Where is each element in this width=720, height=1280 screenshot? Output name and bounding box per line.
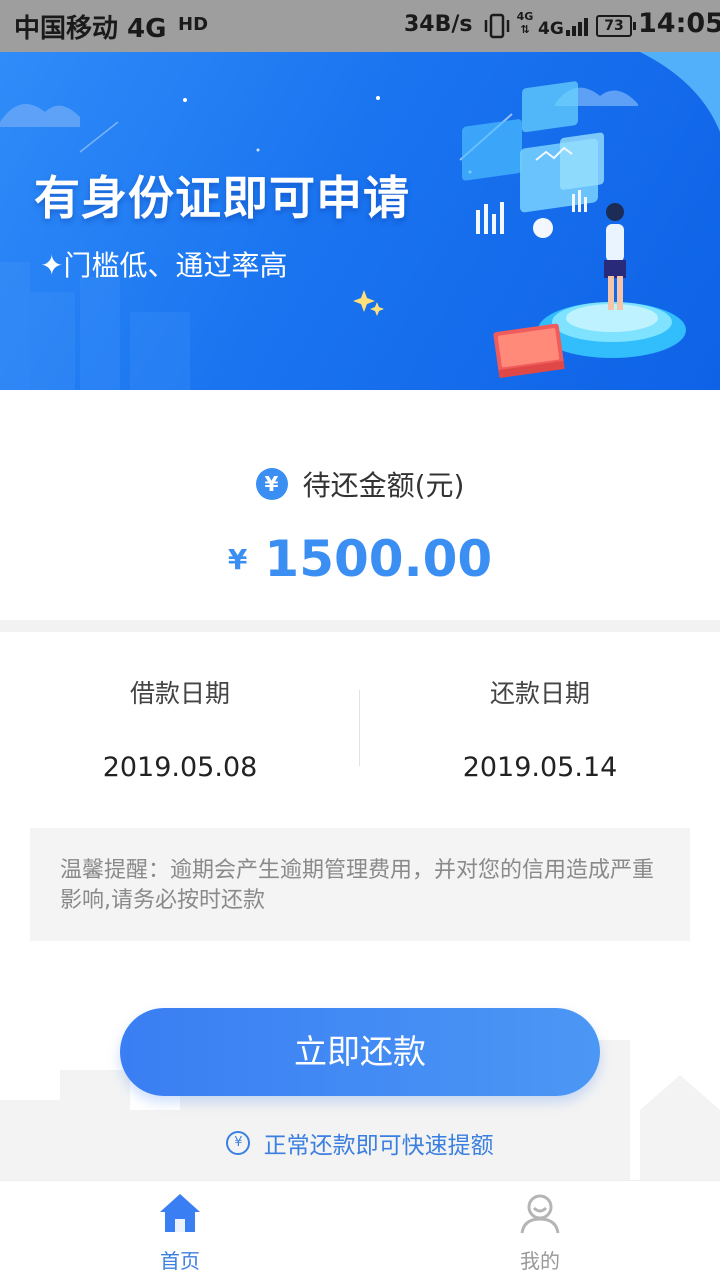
network-speed: 34B/s bbox=[404, 12, 473, 37]
nav-label-profile: 我的 bbox=[520, 1249, 560, 1273]
vibrate-icon bbox=[484, 13, 510, 39]
tip-row[interactable]: ¥ 正常还款即可快速提额 bbox=[0, 1126, 720, 1160]
dates-section: 借款日期 2019.05.08 还款日期 2019.05.14 bbox=[0, 632, 720, 812]
section-divider bbox=[0, 620, 720, 632]
tip-text: 正常还款即可快速提额 bbox=[263, 1133, 494, 1159]
repay-date-label: 还款日期 bbox=[489, 679, 590, 708]
bottom-nav: 首页 我的 bbox=[0, 1180, 720, 1280]
yen-shield-icon: ¥ bbox=[226, 1131, 251, 1155]
amount-label-row: ¥ 待还金额(元) bbox=[0, 464, 720, 504]
nav-item-home[interactable]: 首页 bbox=[0, 1181, 360, 1280]
amount-value-row: ¥ 1500.00 bbox=[0, 530, 720, 588]
amount-label: 待还金额(元) bbox=[302, 469, 465, 502]
battery-level: 73 bbox=[604, 18, 624, 34]
amount-value: 1500.00 bbox=[264, 530, 493, 588]
promo-banner[interactable]: 有身份证即可申请 ✦门槛低、通过率高 bbox=[0, 52, 720, 390]
amount-section: ¥ 待还金额(元) ¥ 1500.00 bbox=[0, 390, 720, 620]
banner-title: 有身份证即可申请 bbox=[34, 171, 410, 225]
profile-icon bbox=[520, 1194, 560, 1234]
reminder-text: 温馨提醒：逾期会产生逾期管理费用，并对您的信用造成严重影响,请务必按时还款 bbox=[60, 858, 655, 913]
svg-text:4G: 4G bbox=[538, 19, 564, 39]
repay-date-value: 2019.05.14 bbox=[462, 752, 618, 783]
amount-currency: ¥ bbox=[227, 542, 248, 576]
network-type-icon: 4G ⇅ bbox=[516, 10, 534, 36]
status-bar: 中国移动 4G HD 34B/s 4G ⇅ 4G 73 14:05 bbox=[0, 0, 720, 52]
hd-indicator: HD bbox=[178, 14, 209, 35]
repay-now-button[interactable]: 立即还款 bbox=[120, 1008, 600, 1096]
loan-date-label: 借款日期 bbox=[129, 679, 230, 708]
carrier-label: 中国移动 4G bbox=[14, 14, 167, 44]
battery-icon: 73 bbox=[596, 15, 636, 37]
nav-label-home: 首页 bbox=[160, 1249, 200, 1273]
nav-item-profile[interactable]: 我的 bbox=[360, 1181, 720, 1280]
clock: 14:05 bbox=[638, 8, 720, 39]
loan-date-value: 2019.05.08 bbox=[102, 752, 258, 783]
banner-subtitle: ✦门槛低、通过率高 bbox=[40, 249, 288, 282]
yen-icon: ¥ bbox=[255, 468, 288, 500]
network-type-label: 4G bbox=[516, 10, 534, 23]
signal-icon: 4G bbox=[538, 18, 588, 39]
home-icon bbox=[160, 1194, 200, 1232]
reminder-box: 温馨提醒：逾期会产生逾期管理费用，并对您的信用造成严重影响,请务必按时还款 bbox=[30, 828, 690, 941]
